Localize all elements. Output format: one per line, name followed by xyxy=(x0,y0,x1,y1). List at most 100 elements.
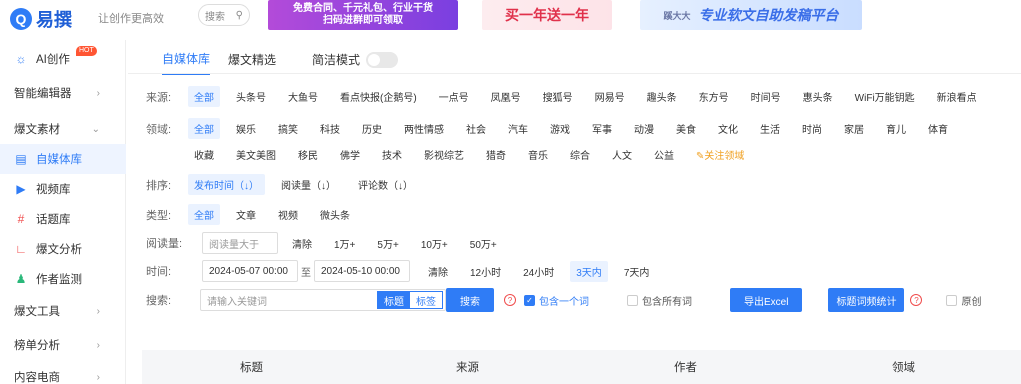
sidebar-item-media-library[interactable]: ▤ 自媒体库 xyxy=(0,144,126,174)
source-option[interactable]: WiFi万能钥匙 xyxy=(849,86,921,107)
sidebar-item-topics[interactable]: # 话题库 xyxy=(0,204,126,234)
field-option[interactable]: 游戏 xyxy=(544,118,576,139)
follow-field-link[interactable]: ✎关注领域 xyxy=(690,144,750,165)
field-option[interactable]: 体育 xyxy=(922,118,954,139)
source-option[interactable]: 凤凰号 xyxy=(485,86,527,107)
field-option[interactable]: 音乐 xyxy=(522,144,554,165)
help-icon[interactable]: ? xyxy=(910,294,923,306)
source-option[interactable]: 惠头条 xyxy=(797,86,839,107)
field-option[interactable]: 动漫 xyxy=(628,118,660,139)
logo[interactable]: Q 易撰 xyxy=(10,6,72,32)
field-option[interactable]: 科技 xyxy=(314,118,346,139)
sidebar-item-video-library[interactable]: ▶ 视频库 xyxy=(0,174,126,204)
scope-tag-option[interactable]: 标签 xyxy=(410,292,442,308)
sidebar-item-analysis[interactable]: ∟ 爆文分析 xyxy=(0,234,126,264)
time-option[interactable]: 7天内 xyxy=(618,261,656,282)
promo-banner-platform[interactable]: 蹊大大 专业软文自助发稿平台 xyxy=(640,0,862,30)
field-option[interactable]: 佛学 xyxy=(334,144,366,165)
field-option[interactable]: 美文美图 xyxy=(230,144,282,165)
read-option[interactable]: 清除 xyxy=(286,233,318,254)
field-option[interactable]: 人文 xyxy=(606,144,638,165)
field-option[interactable]: 收藏 xyxy=(188,144,220,165)
read-option[interactable]: 10万+ xyxy=(415,233,454,254)
sidebar-item-ecommerce[interactable]: 内容电商 › xyxy=(0,362,126,384)
search-button[interactable]: 搜索 xyxy=(446,288,494,312)
field-option[interactable]: 影视综艺 xyxy=(418,144,470,165)
source-option[interactable]: 看点快报(企鹅号) xyxy=(334,86,423,107)
field-option[interactable]: 娱乐 xyxy=(230,118,262,139)
simple-mode-toggle[interactable] xyxy=(366,51,399,68)
field-option[interactable]: 时尚 xyxy=(796,118,828,139)
field-option[interactable]: 军事 xyxy=(586,118,618,139)
promo-banner-sale[interactable]: 买一年送一年 xyxy=(482,0,612,30)
sidebar-item-author-monitor[interactable]: ♟ 作者监测 xyxy=(0,264,126,294)
sidebar-item-editor[interactable]: 智能编辑器 › xyxy=(0,78,126,108)
read-option[interactable]: 50万+ xyxy=(464,233,503,254)
sidebar-item-tools[interactable]: 爆文工具 › xyxy=(0,296,126,326)
original-checkbox[interactable] xyxy=(946,294,958,306)
type-option[interactable]: 文章 xyxy=(230,204,262,225)
read-option[interactable]: 1万+ xyxy=(328,233,361,254)
field-option[interactable]: 综合 xyxy=(564,144,596,165)
column-header-field[interactable]: 领域 xyxy=(892,359,915,375)
date-to-input[interactable]: 2024-05-10 00:00 xyxy=(314,260,410,282)
time-option[interactable]: 3天内 xyxy=(570,260,608,282)
source-option[interactable]: 一点号 xyxy=(433,86,475,107)
include-one-checkbox[interactable]: ✓ xyxy=(524,294,535,306)
source-option[interactable]: 趣头条 xyxy=(641,86,683,107)
source-option[interactable]: 时间号 xyxy=(745,86,787,107)
sidebar-item-ai[interactable]: ☼ AI创作 HOT xyxy=(0,44,126,74)
source-option[interactable]: 网易号 xyxy=(589,86,631,107)
type-option[interactable]: 微头条 xyxy=(314,204,356,225)
field-option[interactable]: 历史 xyxy=(356,118,388,139)
sort-option[interactable]: 阅读量（↓） xyxy=(275,174,342,195)
sort-option[interactable]: 评论数（↓） xyxy=(352,174,419,195)
time-option[interactable]: 24小时 xyxy=(517,261,560,282)
tab-featured[interactable]: 爆文精选 xyxy=(228,51,276,74)
time-option[interactable]: 12小时 xyxy=(464,261,507,282)
tab-media-library[interactable]: 自媒体库 xyxy=(162,50,211,75)
field-option[interactable]: 家居 xyxy=(838,118,870,139)
field-option[interactable]: 搞笑 xyxy=(272,118,304,139)
source-option[interactable]: 全部 xyxy=(188,86,220,107)
source-option[interactable]: 新浪看点 xyxy=(931,86,983,107)
column-header-source[interactable]: 来源 xyxy=(456,359,479,375)
field-option[interactable]: 技术 xyxy=(376,144,408,165)
date-from-input[interactable]: 2024-05-07 00:00 xyxy=(202,260,298,282)
sidebar-item-rankings[interactable]: 榜单分析 › xyxy=(0,330,126,360)
source-option[interactable]: 头条号 xyxy=(230,86,272,107)
field-filter-row: 领域: 全部 娱乐 搞笑 科技 历史 两性情感 社会 汽车 游戏 军事 动漫 美… xyxy=(146,118,964,139)
sidebar-item-materials[interactable]: 爆文素材 ⌄ xyxy=(0,114,126,144)
source-option[interactable]: 搜狐号 xyxy=(537,86,579,107)
field-option[interactable]: 猎奇 xyxy=(480,144,512,165)
read-count-input[interactable]: 阅读量大于 xyxy=(202,232,278,254)
sort-option[interactable]: 发布时间（↓） xyxy=(188,174,265,195)
header-search[interactable]: 搜索 ⚲ xyxy=(198,4,250,26)
field-option[interactable]: 汽车 xyxy=(502,118,534,139)
content-tabs: 自媒体库 爆文精选 简洁模式 xyxy=(162,50,399,75)
scope-title-option[interactable]: 标题 xyxy=(378,292,410,308)
field-option[interactable]: 文化 xyxy=(712,118,744,139)
field-option[interactable]: 全部 xyxy=(188,118,220,139)
type-option[interactable]: 视频 xyxy=(272,204,304,225)
field-option[interactable]: 社会 xyxy=(460,118,492,139)
source-option[interactable]: 东方号 xyxy=(693,86,735,107)
field-option[interactable]: 公益 xyxy=(648,144,680,165)
column-header-title[interactable]: 标题 xyxy=(240,359,263,375)
field-option[interactable]: 生活 xyxy=(754,118,786,139)
include-all-checkbox[interactable] xyxy=(627,294,638,306)
source-option[interactable]: 大鱼号 xyxy=(282,86,324,107)
field-option[interactable]: 育儿 xyxy=(880,118,912,139)
field-option[interactable]: 移民 xyxy=(292,144,324,165)
export-excel-button[interactable]: 导出Excel xyxy=(730,288,803,312)
promo-banner-contract[interactable]: 免费合同、千元礼包、行业干货 扫码进群即可领取 xyxy=(268,0,458,30)
read-option[interactable]: 5万+ xyxy=(371,233,404,254)
field-option[interactable]: 美食 xyxy=(670,118,702,139)
keyword-search-input[interactable]: 请输入关键词 标题 标签 xyxy=(200,289,446,311)
help-icon[interactable]: ? xyxy=(504,294,516,306)
title-freq-button[interactable]: 标题词频统计 xyxy=(828,288,905,312)
time-option[interactable]: 清除 xyxy=(422,261,454,282)
column-header-author[interactable]: 作者 xyxy=(674,359,697,375)
field-option[interactable]: 两性情感 xyxy=(398,118,450,139)
type-option[interactable]: 全部 xyxy=(188,204,220,225)
